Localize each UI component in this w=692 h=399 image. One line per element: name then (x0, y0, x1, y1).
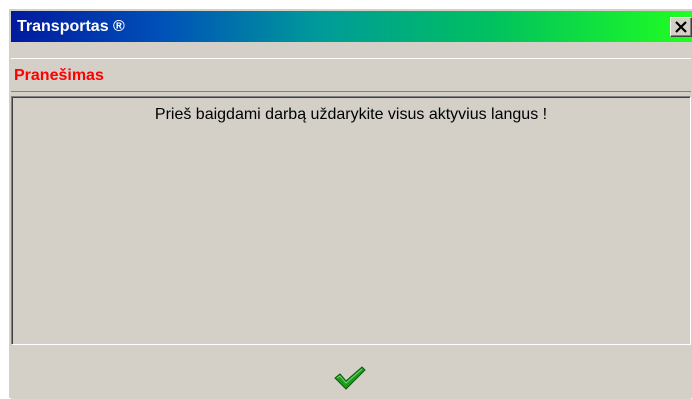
close-button[interactable] (670, 17, 692, 37)
message-text: Prieš baigdami darbą uždarykite visus ak… (154, 106, 548, 123)
dialog-window: Transportas ® Pranešimas Prieš baigdami … (8, 8, 692, 399)
subtitle-label: Pranešimas (14, 67, 104, 84)
message-panel: Prieš baigdami darbą uždarykite visus ak… (11, 96, 691, 345)
title-bar[interactable]: Transportas ® (11, 11, 692, 42)
button-bar (11, 347, 691, 399)
checkmark-icon (334, 366, 366, 390)
subtitle-bar: Pranešimas (11, 58, 691, 92)
window-title: Transportas ® (17, 18, 125, 35)
ok-button[interactable] (329, 363, 371, 395)
close-icon (675, 21, 687, 33)
